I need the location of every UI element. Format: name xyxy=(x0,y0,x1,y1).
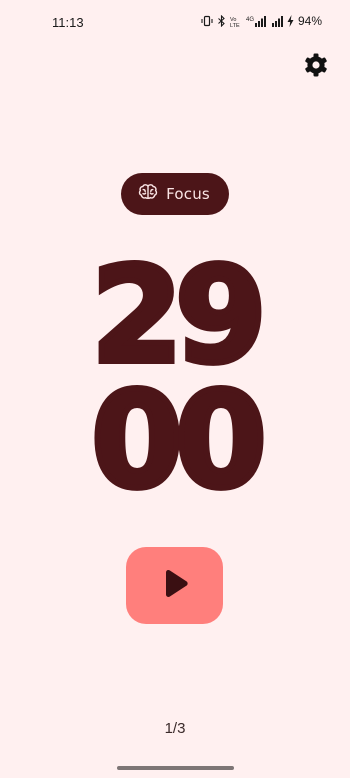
battery-charging-icon xyxy=(287,15,294,27)
svg-text:LTE: LTE xyxy=(230,23,240,27)
play-icon xyxy=(160,568,190,604)
play-button[interactable] xyxy=(126,547,223,624)
svg-text:4G: 4G xyxy=(246,17,254,23)
status-bar: 11:13 Vo LTE 4G 94% xyxy=(0,0,350,46)
settings-button[interactable] xyxy=(300,51,332,83)
mode-chip[interactable]: Focus xyxy=(121,173,229,215)
timer-seconds: 00 xyxy=(88,364,270,518)
vibrate-icon xyxy=(201,15,213,27)
signal-4g-icon: 4G xyxy=(246,15,268,27)
volte-icon: Vo LTE xyxy=(230,15,242,27)
status-time: 11:13 xyxy=(52,15,84,30)
gear-icon xyxy=(303,52,329,82)
session-counter: 1/3 xyxy=(164,720,186,737)
bluetooth-icon xyxy=(217,15,226,27)
status-icons: Vo LTE 4G 94% xyxy=(201,14,322,28)
home-indicator[interactable] xyxy=(117,766,234,770)
battery-percentage: 94% xyxy=(297,14,322,28)
timer-minutes: 29 xyxy=(88,239,270,393)
brain-icon xyxy=(138,183,158,205)
mode-label: Focus xyxy=(166,185,210,203)
signal-bars-icon xyxy=(271,15,283,27)
